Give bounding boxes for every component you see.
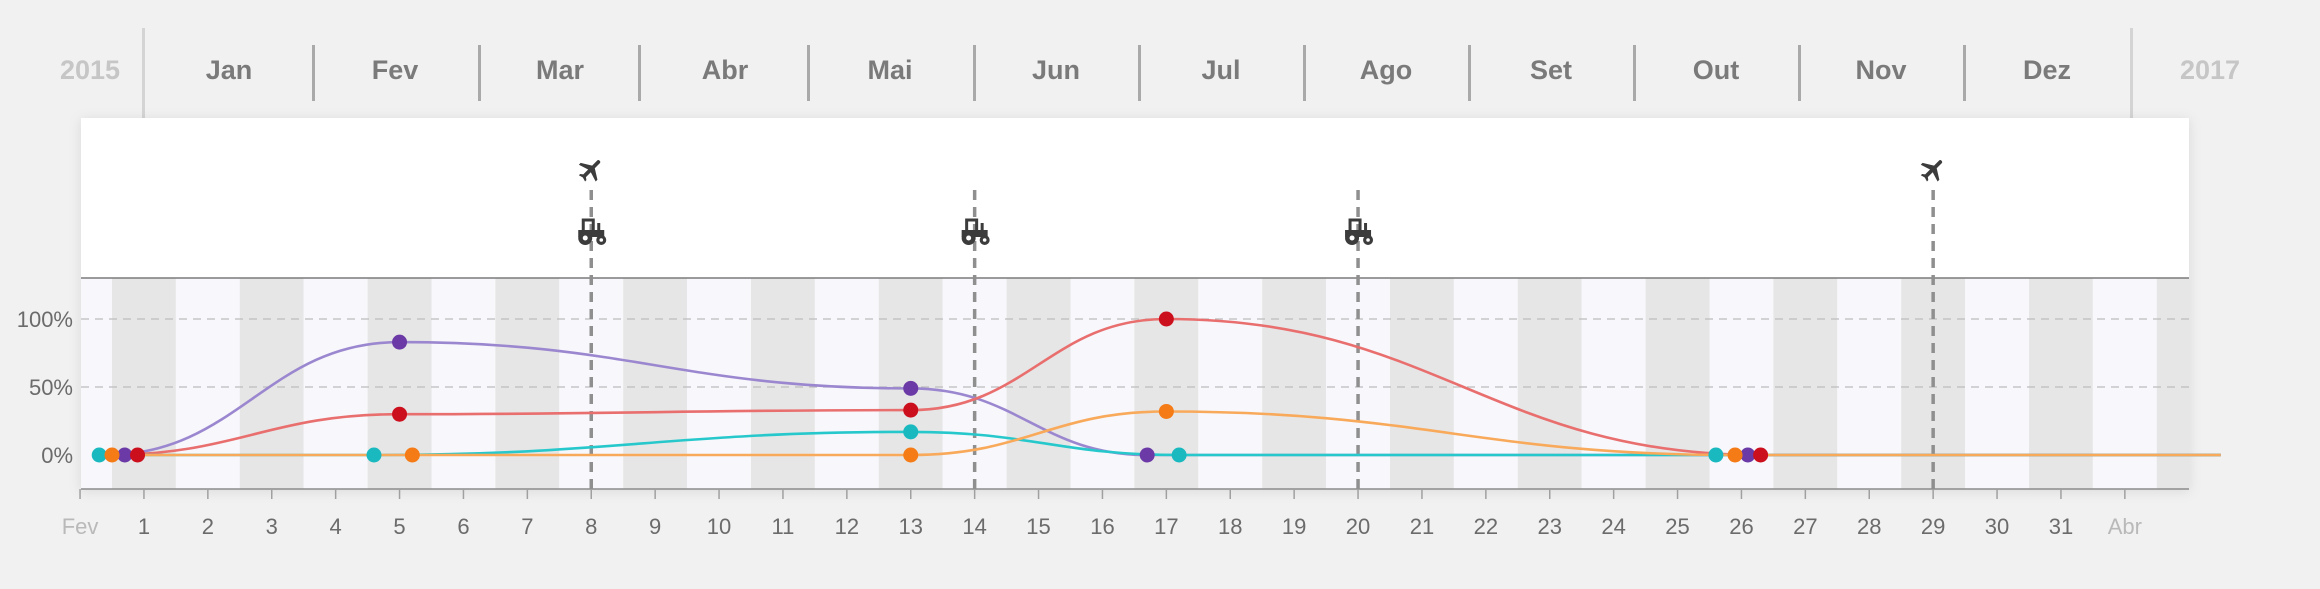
day-band bbox=[1262, 278, 1327, 489]
series-point-1 bbox=[1158, 311, 1174, 327]
x-tick-label: 2 bbox=[202, 514, 214, 539]
x-tick-label: 13 bbox=[899, 514, 923, 539]
day-band bbox=[1837, 278, 1902, 489]
series-point-1 bbox=[903, 402, 919, 418]
day-band bbox=[1390, 278, 1454, 489]
series-point-0 bbox=[392, 334, 408, 350]
x-tick-label: Abr bbox=[2108, 514, 2142, 539]
x-tick-label: 12 bbox=[835, 514, 859, 539]
day-band bbox=[2156, 278, 2189, 489]
series-point-3 bbox=[404, 447, 420, 463]
day-band bbox=[1965, 278, 2029, 489]
series-point-3 bbox=[1158, 403, 1174, 419]
calendar-timeline-widget: 2015 Jan Fev Mar Abr Mai Jun Jul Ago Set… bbox=[0, 0, 2320, 589]
x-axis: Fev 1 2 3 4 5 6 7 8 9 10 11 12 13 14 15 16 17 18 19 20 21 22 23… bbox=[62, 489, 2142, 539]
series-point-0 bbox=[903, 380, 919, 396]
day-band bbox=[623, 278, 688, 489]
day-band bbox=[687, 278, 751, 489]
series-point-2 bbox=[1171, 447, 1187, 463]
day-band bbox=[2029, 278, 2093, 489]
day-band bbox=[1453, 278, 1518, 489]
day-band bbox=[175, 278, 240, 489]
y-tick-label: 50% bbox=[29, 375, 73, 400]
day-band bbox=[814, 278, 879, 489]
series-point-2 bbox=[1708, 447, 1724, 463]
series-point-2 bbox=[366, 447, 382, 463]
series-point-1 bbox=[130, 447, 146, 463]
x-tick-label: 23 bbox=[1538, 514, 1562, 539]
x-tick-label: 18 bbox=[1218, 514, 1242, 539]
x-tick-label: 31 bbox=[2049, 514, 2073, 539]
series-point-1 bbox=[392, 406, 408, 422]
x-tick-label: 16 bbox=[1090, 514, 1114, 539]
x-tick-label: Fev bbox=[62, 514, 99, 539]
x-tick-label: 29 bbox=[1921, 514, 1945, 539]
line-chart: 100%50%0% Fev 1 2 3 4 5 6 7 8 9 10 11 12 13 14 15 16 17 18… bbox=[17, 118, 2221, 539]
x-tick-label: 30 bbox=[1985, 514, 2009, 539]
series-point-3 bbox=[1727, 447, 1743, 463]
day-band bbox=[1645, 278, 1710, 489]
x-tick-label: 26 bbox=[1729, 514, 1753, 539]
day-band bbox=[1517, 278, 1582, 489]
day-band bbox=[431, 278, 496, 489]
x-tick-label: 8 bbox=[585, 514, 597, 539]
x-tick-label: 3 bbox=[266, 514, 278, 539]
x-tick-label: 25 bbox=[1665, 514, 1689, 539]
series-point-2 bbox=[903, 424, 919, 440]
y-axis: 100% 50% 0% bbox=[17, 307, 73, 468]
series-point-1 bbox=[1753, 447, 1769, 463]
x-tick-label: 17 bbox=[1154, 514, 1178, 539]
x-tick-label: 1 bbox=[138, 514, 150, 539]
y-tick-label: 100% bbox=[17, 307, 73, 332]
x-tick-label: 10 bbox=[707, 514, 731, 539]
series-point-0 bbox=[1740, 447, 1756, 463]
day-bands bbox=[81, 278, 2189, 489]
x-tick-label: 7 bbox=[521, 514, 533, 539]
x-tick-label: 27 bbox=[1793, 514, 1817, 539]
x-tick-label: 21 bbox=[1410, 514, 1434, 539]
x-tick-label: 6 bbox=[457, 514, 469, 539]
day-band bbox=[303, 278, 368, 489]
day-band bbox=[1581, 278, 1646, 489]
x-tick-label: 14 bbox=[962, 514, 986, 539]
x-tick-label: 4 bbox=[330, 514, 342, 539]
day-band bbox=[1006, 278, 1071, 489]
x-tick-label: 11 bbox=[772, 514, 795, 539]
series-point-3 bbox=[903, 447, 919, 463]
x-tick-label: 19 bbox=[1282, 514, 1306, 539]
x-tick-label: 5 bbox=[393, 514, 405, 539]
series-point-0 bbox=[117, 447, 133, 463]
series-point-2 bbox=[91, 447, 107, 463]
x-tick-label: 9 bbox=[649, 514, 661, 539]
day-band bbox=[1773, 278, 1838, 489]
y-tick-label: 0% bbox=[41, 443, 73, 468]
x-tick-label: 15 bbox=[1026, 514, 1050, 539]
series-point-0 bbox=[1139, 447, 1155, 463]
day-band bbox=[1198, 278, 1263, 489]
day-band bbox=[239, 278, 304, 489]
x-tick-label: 22 bbox=[1474, 514, 1498, 539]
series-point-3 bbox=[104, 447, 120, 463]
x-tick-label: 20 bbox=[1346, 514, 1370, 539]
day-band bbox=[2092, 278, 2157, 489]
x-tick-label: 24 bbox=[1601, 514, 1625, 539]
day-band bbox=[1070, 278, 1135, 489]
x-tick-label: 28 bbox=[1857, 514, 1881, 539]
day-band bbox=[495, 278, 560, 489]
